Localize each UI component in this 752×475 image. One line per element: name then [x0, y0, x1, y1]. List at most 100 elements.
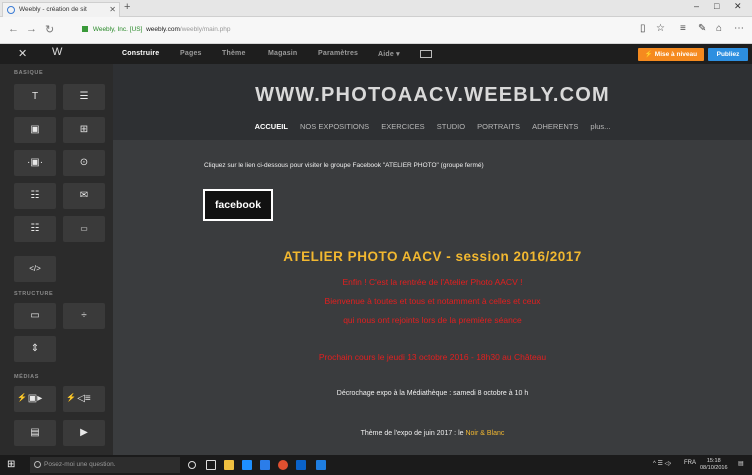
- text-element-tile[interactable]: ☰: [63, 84, 105, 110]
- site-title[interactable]: WWW.PHOTOAACV.WEEBLY.COM: [113, 84, 752, 107]
- elements-sidebar: BASIQUE T ☰ ▣ ⊞ ·▣· ⊙ ☷ ✉ ☷ ▭ </> STRUCT…: [0, 64, 113, 455]
- share-icon[interactable]: ⌂: [716, 23, 722, 34]
- close-editor-icon[interactable]: ✕: [18, 47, 27, 60]
- video-element-tile[interactable]: ⚡ ▣▸: [14, 386, 56, 412]
- menu-construire[interactable]: Construire: [122, 50, 159, 57]
- edge-icon[interactable]: [316, 460, 326, 470]
- audio-icon: ◁≡: [77, 393, 91, 404]
- chrome-icon[interactable]: [278, 460, 288, 470]
- device-preview-icon[interactable]: [420, 50, 432, 58]
- youtube-element-tile[interactable]: ▶: [63, 420, 105, 446]
- more-icon[interactable]: ⋯: [734, 23, 744, 34]
- audio-element-tile[interactable]: ⚡ ◁≡: [63, 386, 105, 412]
- divider-element-tile[interactable]: ÷: [63, 303, 105, 329]
- search-placeholder: Posez-moi une question.: [44, 461, 116, 468]
- text-icon: ☰: [79, 91, 89, 102]
- title-element-tile[interactable]: T: [14, 84, 56, 110]
- minimize-button[interactable]: –: [694, 1, 699, 11]
- refresh-icon[interactable]: ↻: [45, 23, 54, 36]
- button-icon: ▭: [80, 224, 88, 233]
- nav-plus[interactable]: plus...: [590, 122, 610, 131]
- divider-icon: ÷: [81, 310, 87, 321]
- address-bar: ← → ↻ Weebly, Inc. [US] weebly.com/weebl…: [0, 17, 752, 44]
- contact-form-element-tile[interactable]: ☷: [14, 183, 56, 209]
- task-view-icon[interactable]: [206, 460, 216, 470]
- menu-theme[interactable]: Thème: [222, 50, 246, 57]
- upgrade-button[interactable]: ⚡ Mise à niveau: [638, 48, 704, 61]
- store-icon[interactable]: [242, 460, 252, 470]
- weebly-favicon-icon: [7, 6, 15, 14]
- red-text-line-4[interactable]: Prochain cours le jeudi 13 octobre 2016 …: [113, 352, 752, 362]
- forward-arrow-icon[interactable]: →: [26, 23, 37, 35]
- document-element-tile[interactable]: ▤: [14, 420, 56, 446]
- nav-adherents[interactable]: ADHERENTS: [532, 122, 578, 131]
- newsletter-element-tile[interactable]: ✉: [63, 183, 105, 209]
- survey-element-tile[interactable]: ☷: [14, 216, 56, 242]
- reading-view-icon[interactable]: ▯: [640, 23, 646, 34]
- menu-aide[interactable]: Aide ▾: [378, 50, 400, 58]
- nav-exercices[interactable]: EXERCICES: [381, 122, 424, 131]
- map-element-tile[interactable]: ⊙: [63, 150, 105, 176]
- nav-nos-expositions[interactable]: NOS EXPOSITIONS: [300, 122, 369, 131]
- close-window-button[interactable]: ✕: [734, 1, 742, 12]
- maximize-button[interactable]: □: [714, 1, 719, 11]
- browser-tab[interactable]: Weebly - création de sit ✕: [2, 2, 120, 17]
- play-icon: ▶: [80, 427, 88, 438]
- cortana-search-box[interactable]: Posez-moi une question.: [30, 457, 180, 473]
- new-tab-button[interactable]: +: [124, 1, 130, 13]
- menu-pages[interactable]: Pages: [180, 50, 202, 57]
- outlook-icon[interactable]: [260, 460, 270, 470]
- red-text-line-3[interactable]: qui nous ont rejoints lors de la premièr…: [113, 315, 752, 325]
- code-icon: </>: [29, 264, 41, 273]
- intro-text[interactable]: Cliquez sur le lien ci-dessous pour visi…: [204, 162, 484, 169]
- button-element-tile[interactable]: ▭: [63, 216, 105, 242]
- web-note-icon[interactable]: ✎: [698, 23, 706, 34]
- publish-button[interactable]: Publiez: [708, 48, 748, 61]
- embed-code-element-tile[interactable]: </>: [14, 256, 56, 282]
- hub-icon[interactable]: ≡: [680, 23, 686, 34]
- microphone-icon[interactable]: [188, 461, 196, 469]
- map-pin-icon: ⊙: [79, 157, 89, 168]
- notifications-icon[interactable]: ▤: [738, 460, 744, 467]
- tray-icons[interactable]: ^ ☰ ◁›: [653, 460, 671, 467]
- document-icon: ▤: [30, 427, 40, 438]
- favorite-star-icon[interactable]: ☆: [656, 23, 665, 34]
- weebly-logo-icon[interactable]: W: [52, 46, 62, 58]
- windows-taskbar: ⊞ Posez-moi une question. ^ ☰ ◁› FRA 15:…: [0, 455, 752, 475]
- clock[interactable]: 15:18 08/10/2016: [700, 458, 728, 472]
- facebook-link-image[interactable]: facebook: [203, 189, 273, 221]
- slideshow-element-tile[interactable]: ·▣·: [14, 150, 56, 176]
- nav-portraits[interactable]: PORTRAITS: [477, 122, 520, 131]
- nav-studio[interactable]: STUDIO: [437, 122, 465, 131]
- red-text-line-2[interactable]: Bienvenue à toutes et tous et notamment …: [113, 296, 752, 306]
- expo-text[interactable]: Décrochage expo à la Médiathèque : samed…: [113, 390, 752, 397]
- cortana-icon: [34, 461, 41, 468]
- theme-highlight[interactable]: Noir & Blanc: [465, 430, 504, 437]
- editor-canvas[interactable]: WWW.PHOTOAACV.WEEBLY.COM ACCUEIL NOS EXP…: [113, 64, 752, 455]
- pro-badge-icon: ⚡: [66, 393, 76, 402]
- theme-prefix: Thème de l'expo de juin 2017 : le: [360, 430, 464, 437]
- nav-accueil[interactable]: ACCUEIL: [255, 122, 288, 131]
- language-indicator[interactable]: FRA: [684, 460, 696, 466]
- menu-magasin[interactable]: Magasin: [268, 50, 297, 57]
- back-arrow-icon[interactable]: ←: [8, 23, 19, 35]
- title-icon: T: [31, 91, 39, 102]
- red-text-line-1[interactable]: Enfin ! C'est la rentrée de l'Atelier Ph…: [113, 277, 752, 287]
- session-heading[interactable]: ATELIER PHOTO AACV - session 2016/2017: [113, 249, 752, 264]
- url-field[interactable]: Weebly, Inc. [US] weebly.com/weebly/main…: [82, 22, 632, 38]
- close-tab-icon[interactable]: ✕: [109, 3, 116, 16]
- lock-icon: [82, 26, 88, 33]
- section-icon: ▭: [30, 310, 40, 321]
- section-element-tile[interactable]: ▭: [14, 303, 56, 329]
- file-explorer-icon[interactable]: [224, 460, 234, 470]
- photos-icon[interactable]: [296, 460, 306, 470]
- spacer-element-tile[interactable]: ⇕: [14, 336, 56, 362]
- gallery-element-tile[interactable]: ⊞: [63, 117, 105, 143]
- windows-start-icon[interactable]: ⊞: [7, 459, 15, 470]
- theme-text[interactable]: Thème de l'expo de juin 2017 : le Noir &…: [113, 430, 752, 437]
- pro-badge-icon: ⚡: [17, 393, 27, 402]
- menu-parametres[interactable]: Paramètres: [318, 50, 358, 57]
- slideshow-icon: ·▣·: [26, 157, 44, 168]
- gallery-icon: ⊞: [79, 124, 89, 135]
- image-element-tile[interactable]: ▣: [14, 117, 56, 143]
